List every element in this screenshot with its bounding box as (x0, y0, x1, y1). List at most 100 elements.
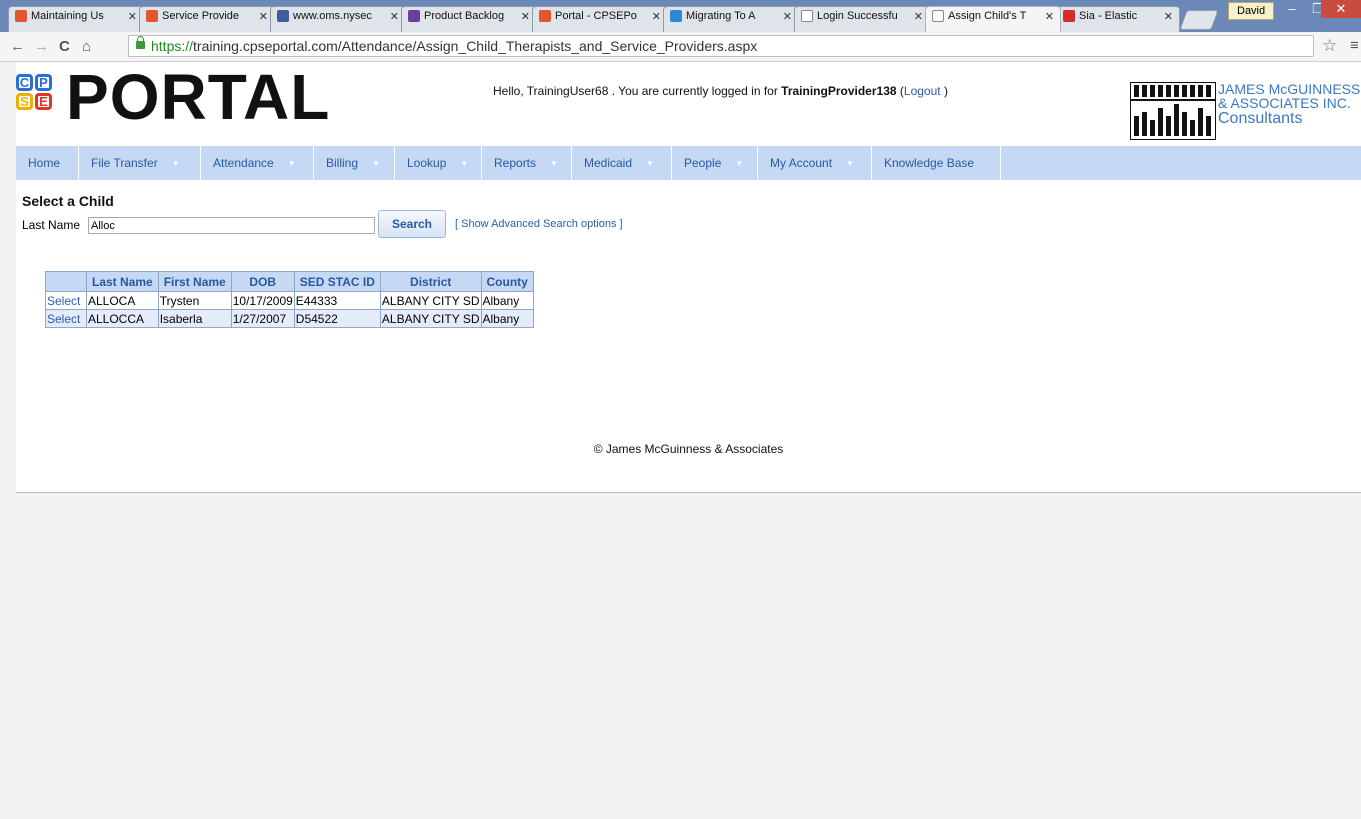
browser-tab[interactable]: www.oms.nysec ✕ (270, 6, 406, 32)
search-button[interactable]: Search (378, 210, 446, 238)
close-tab-icon[interactable]: ✕ (1045, 10, 1054, 23)
page-content: C P S E PORTAL Hello, TrainingUser68 . Y… (16, 61, 1361, 493)
close-tab-icon[interactable]: ✕ (521, 10, 530, 23)
cell-district: ALBANY CITY SD (379, 309, 482, 328)
page-footer: © James McGuinness & Associates (593, 442, 784, 456)
browser-toolbar: ← → C ⌂ https://training.cpseportal.com/… (0, 32, 1361, 62)
favicon-icon (1063, 10, 1075, 22)
dropdown-caret-icon: ▼ (372, 159, 380, 168)
main-menu-bar: Home File Transfer ▼ Attendance ▼ Billing ▼… (16, 146, 1361, 180)
reload-icon[interactable]: C (59, 38, 70, 55)
browser-tab[interactable]: Migrating To A ✕ (663, 6, 799, 32)
browser-tab[interactable]: Login Successfu ✕ (794, 6, 930, 32)
lock-icon (136, 36, 145, 49)
favicon-icon (932, 10, 944, 22)
favicon-icon (801, 10, 813, 22)
logout-link[interactable]: Logout (904, 84, 941, 98)
tab-title: Product Backlog (424, 10, 505, 22)
table-row: Select ALLOCA Trysten 10/17/2009 E44333 … (45, 291, 534, 310)
menu-knowledge-base[interactable]: Knowledge Base (872, 146, 1001, 180)
browser-tab-bar: Maintaining Us ✕ Service Provide ✕ www.oms… (0, 0, 1361, 32)
close-tab-icon[interactable]: ✕ (390, 10, 399, 23)
menu-reports[interactable]: Reports ▼ (482, 146, 572, 180)
logo-letter-p: P (35, 74, 52, 91)
browser-menu-icon[interactable]: ≡ (1350, 37, 1359, 54)
menu-medicaid[interactable]: Medicaid ▼ (572, 146, 672, 180)
results-table: Last Name First Name DOB SED STAC ID Dis… (45, 271, 534, 328)
favicon-icon (146, 10, 158, 22)
dropdown-caret-icon: ▼ (846, 159, 854, 168)
last-name-input[interactable] (88, 217, 375, 234)
menu-home[interactable]: Home (16, 146, 79, 180)
tab-title: Maintaining Us (31, 10, 104, 22)
home-icon[interactable]: ⌂ (82, 38, 91, 55)
profile-badge[interactable]: David (1228, 2, 1275, 20)
dropdown-caret-icon: ▼ (646, 159, 654, 168)
tab-title: Assign Child's T (948, 10, 1027, 22)
new-tab-button[interactable] (1179, 10, 1219, 30)
cell-county: Albany (480, 291, 534, 310)
menu-my-account[interactable]: My Account ▼ (758, 146, 872, 180)
column-header[interactable]: County (480, 271, 534, 292)
browser-tab[interactable]: Service Provide ✕ (139, 6, 275, 32)
close-tab-icon[interactable]: ✕ (914, 10, 923, 23)
favicon-icon (539, 10, 551, 22)
browser-tab[interactable]: Maintaining Us ✕ (8, 6, 144, 32)
portal-wordmark: PORTAL (66, 61, 331, 133)
close-tab-icon[interactable]: ✕ (128, 10, 137, 23)
minimize-icon[interactable]: – (1279, 0, 1305, 18)
dropdown-caret-icon: ▼ (287, 159, 296, 168)
menu-lookup[interactable]: Lookup ▼ (395, 146, 482, 180)
window-close-icon[interactable]: ✕ (1321, 0, 1361, 18)
forward-icon[interactable]: → (34, 38, 49, 55)
cell-last-name: ALLOCA (86, 291, 159, 310)
cell-first-name: Isaberla (157, 309, 232, 328)
cell-stac-id: E44333 (293, 291, 381, 310)
browser-tab[interactable]: Product Backlog ✕ (401, 6, 537, 32)
address-bar[interactable]: https://training.cpseportal.com/Attendan… (128, 35, 1314, 57)
dropdown-caret-icon: ▼ (171, 159, 180, 168)
favicon-icon (15, 10, 27, 22)
cell-stac-id: D54522 (293, 309, 381, 328)
browser-tab-active[interactable]: Assign Child's T ✕ (925, 6, 1061, 32)
tab-title: Sia - Elastic (1079, 10, 1138, 22)
back-icon[interactable]: ← (10, 38, 25, 55)
close-tab-icon[interactable]: ✕ (1164, 10, 1173, 23)
tab-title: Portal - CPSEPo (555, 10, 637, 22)
last-name-label: Last Name (22, 218, 81, 232)
abacus-icon (1130, 82, 1216, 140)
logo-letter-c: C (16, 74, 33, 91)
cell-county: Albany (480, 309, 534, 328)
menu-file-transfer[interactable]: File Transfer ▼ (79, 146, 201, 180)
column-header[interactable]: District (379, 271, 482, 292)
browser-tab[interactable]: Portal - CPSEPo ✕ (532, 6, 668, 32)
table-row: Select ALLOCCA Isaberla 1/27/2007 D54522… (45, 309, 534, 328)
advanced-search-link[interactable]: [ Show Advanced Search options ] (455, 218, 623, 230)
greeting-text: Hello, TrainingUser68 . You are currentl… (493, 84, 948, 98)
browser-tab[interactable]: Sia - Elastic ✕ (1056, 6, 1180, 32)
close-tab-icon[interactable]: ✕ (259, 10, 268, 23)
column-header[interactable]: DOB (230, 271, 295, 292)
close-tab-icon[interactable]: ✕ (652, 10, 661, 23)
dropdown-caret-icon: ▼ (460, 159, 469, 168)
close-tab-icon[interactable]: ✕ (783, 10, 792, 23)
logo-letter-s: S (16, 93, 33, 110)
column-header[interactable]: SED STAC ID (293, 271, 381, 292)
provider-name: TrainingProvider138 (781, 84, 897, 98)
cell-last-name: ALLOCCA (86, 309, 159, 328)
select-row-link[interactable]: Select (45, 291, 87, 310)
tab-title: Migrating To A (686, 10, 756, 22)
bookmark-star-icon[interactable]: ☆ (1322, 36, 1337, 56)
select-row-link[interactable]: Select (45, 309, 87, 328)
favicon-icon (277, 10, 289, 22)
company-logo: JAMES McGUINNESS & ASSOCIATES INC. Consu… (1130, 82, 1361, 142)
cell-district: ALBANY CITY SD (379, 291, 482, 310)
menu-attendance[interactable]: Attendance ▼ (201, 146, 314, 180)
menu-people[interactable]: People ▼ (672, 146, 758, 180)
column-header[interactable]: Last Name (86, 271, 159, 292)
page-title: Select a Child (22, 193, 114, 209)
menu-billing[interactable]: Billing ▼ (314, 146, 395, 180)
dropdown-caret-icon: ▼ (550, 159, 558, 168)
column-header[interactable]: First Name (157, 271, 232, 292)
tab-title: Service Provide (162, 10, 240, 22)
